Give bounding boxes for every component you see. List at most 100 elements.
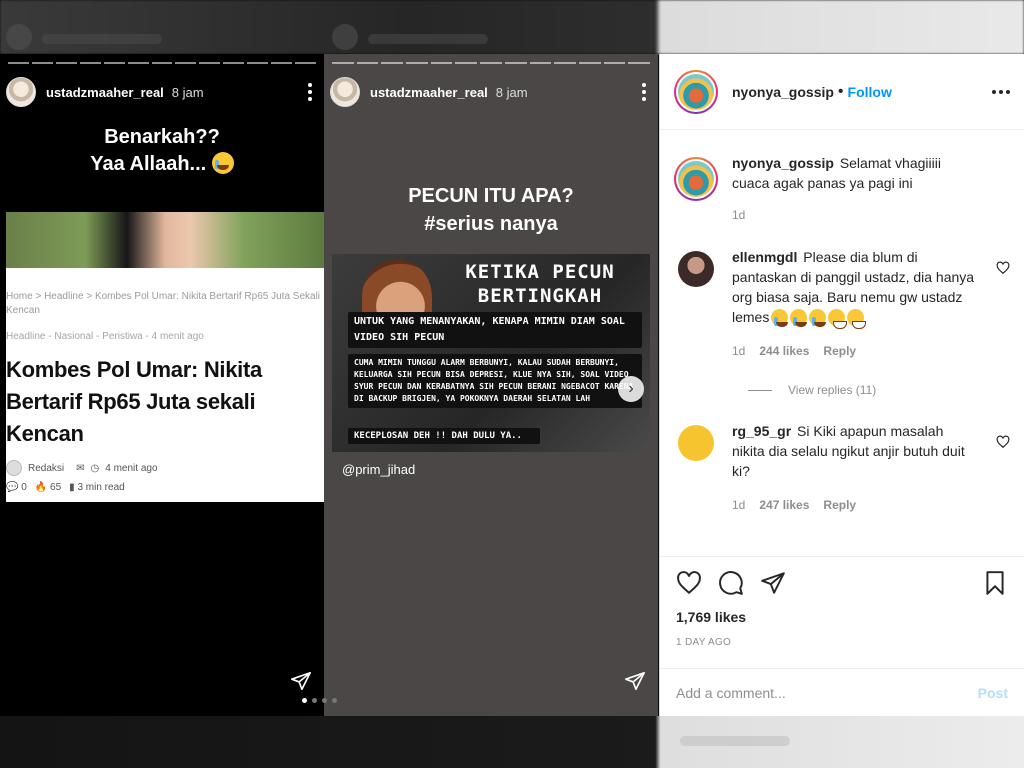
comment-count: 0 — [21, 482, 27, 493]
share-icon[interactable] — [760, 570, 786, 596]
story-time: 8 jam — [495, 84, 528, 100]
article-photo — [6, 212, 324, 268]
blurred-text — [368, 34, 488, 44]
story-headline: PECUN ITU APA? #serius nanya — [324, 182, 658, 238]
story-time: 8 jam — [171, 84, 204, 100]
comment-item: ellenmgdl Please dia blum di pantaskan d… — [674, 247, 1010, 361]
view-replies-button[interactable]: View replies (11) — [748, 383, 1010, 397]
avatar[interactable] — [6, 77, 36, 107]
comment-item: rg_95_gr Si Kiki apapun masalah nikita d… — [674, 421, 1010, 515]
avatar[interactable] — [674, 157, 718, 201]
separator-dot: • — [837, 82, 844, 100]
image-title-line-2: BERTINGKAH — [477, 285, 603, 307]
article-posted: 4 menit ago — [105, 462, 158, 474]
headline-line-2: #serius nanya — [424, 213, 558, 235]
caption-age: 1d — [732, 208, 746, 222]
story-username[interactable]: ustadzmaaher_real — [46, 85, 164, 100]
laughing-emoji-icon — [847, 309, 867, 329]
heart-icon[interactable] — [996, 261, 1010, 275]
avatar[interactable] — [330, 77, 360, 107]
crying-emoji-icon — [771, 309, 789, 327]
headline-line-1: PECUN ITU APA? — [408, 185, 574, 207]
bookmark-icon[interactable] — [982, 570, 1008, 596]
headline-line-1: Benarkah?? — [104, 126, 220, 148]
blurred-top-background — [0, 0, 1024, 54]
heart-icon[interactable] — [996, 435, 1010, 449]
comment-likes[interactable]: 247 likes — [759, 495, 809, 515]
more-options-icon[interactable] — [992, 89, 1010, 94]
mention-tag[interactable]: @prim_jihad — [342, 462, 415, 477]
comment-age: 1d — [732, 498, 746, 512]
clock-icon: ◷ — [90, 462, 100, 474]
story-header: ustadzmaaher_real 8 jam — [0, 74, 324, 110]
post-panel: nyonya_gossip • Follow nyonya_gossip Sel… — [659, 54, 1024, 716]
caption-username[interactable]: nyonya_gossip — [732, 155, 834, 171]
blurred-avatar — [332, 24, 358, 50]
article-stats: 💬 0 🔥 65 ▮ 3 min read — [6, 482, 324, 493]
share-icon[interactable] — [290, 670, 312, 692]
comment-icon: 💬 — [6, 482, 19, 493]
story-header: ustadzmaaher_real 8 jam — [324, 74, 658, 110]
comment-age: 1d — [732, 344, 746, 358]
add-comment-bar: Add a comment... Post — [660, 668, 1024, 716]
story-progress — [332, 62, 650, 64]
next-slide-button[interactable]: › — [618, 376, 644, 402]
story-headline: Benarkah?? Yaa Allaah... — [0, 124, 324, 178]
comments-list[interactable]: nyonya_gossip Selamat vhagiiiii cuaca ag… — [660, 131, 1024, 555]
view-count: 65 — [50, 482, 62, 493]
post-header: nyonya_gossip • Follow — [660, 54, 1024, 130]
caption: nyonya_gossip Selamat vhagiiiii cuaca ag… — [674, 153, 1010, 225]
more-options-icon[interactable] — [308, 83, 312, 101]
share-icon[interactable] — [624, 670, 646, 692]
article-meta: Redaksi ✉ ◷ 4 menit ago — [6, 460, 324, 476]
article-author: Redaksi — [28, 462, 65, 474]
story-username[interactable]: ustadzmaaher_real — [370, 85, 488, 100]
bookmark-icon: ▮ — [69, 482, 75, 493]
image-title-line-1: KETIKA PECUN — [465, 261, 615, 283]
smiling-emoji-avatar[interactable] — [678, 425, 714, 461]
image-caption-box-3: KECEPLOSAN DEH !! DAH DULU YA.. — [348, 428, 540, 444]
story-panel-1[interactable]: ustadzmaaher_real 8 jam Benarkah?? Yaa A… — [0, 54, 324, 716]
comment-input[interactable]: Add a comment... — [676, 685, 786, 701]
mail-icon: ✉ — [76, 462, 85, 474]
screenshot-stage: ustadzmaaher_real 8 jam Benarkah?? Yaa A… — [0, 0, 1024, 768]
blurred-text — [42, 34, 162, 44]
post-username[interactable]: nyonya_gossip — [732, 84, 834, 100]
like-heart-icon[interactable] — [676, 570, 702, 596]
blurred-avatar — [6, 24, 32, 50]
comment-username[interactable]: rg_95_gr — [732, 423, 791, 439]
image-title: KETIKA PECUN BERTINGKAH — [440, 260, 640, 308]
breadcrumb: Home > Headline > Kombes Pol Umar: Nikit… — [6, 291, 321, 316]
article-categories: Headline - Nasional - Peristiwa - 4 meni… — [6, 331, 204, 342]
crying-emoji-icon — [809, 309, 827, 327]
avatar[interactable] — [678, 251, 714, 287]
blurred-bottom-background — [0, 716, 1024, 768]
story-panel-2[interactable]: ustadzmaaher_real 8 jam PECUN ITU APA? #… — [324, 54, 658, 716]
article-title: Kombes Pol Umar: Nikita Bertarif Rp65 Ju… — [6, 357, 262, 446]
headline-line-2: Yaa Allaah... — [90, 153, 207, 175]
post-date: 1 DAY AGO — [676, 637, 732, 648]
view-replies-label: View replies (11) — [788, 383, 877, 397]
read-time: 3 min read — [77, 482, 125, 493]
carousel-dots — [302, 698, 337, 703]
comment-likes[interactable]: 244 likes — [759, 341, 809, 361]
story-progress — [8, 62, 316, 64]
more-options-icon[interactable] — [642, 83, 646, 101]
follow-button[interactable]: Follow — [848, 84, 892, 100]
blurred-text — [680, 736, 790, 746]
author-avatar-icon — [6, 460, 22, 476]
crying-emoji-icon — [790, 309, 808, 327]
crying-emoji-icon — [211, 152, 234, 174]
image-caption-box-1: UNTUK YANG MENANYAKAN, KENAPA MIMIN DIAM… — [348, 312, 642, 348]
avatar[interactable] — [674, 69, 718, 114]
article-screenshot: Home > Headline > Kombes Pol Umar: Nikit… — [6, 212, 324, 502]
post-actions: 1,769 likes 1 DAY AGO — [660, 556, 1024, 686]
post-button[interactable]: Post — [978, 685, 1008, 701]
comment-username[interactable]: ellenmgdl — [732, 249, 797, 265]
story-image: KETIKA PECUN BERTINGKAH UNTUK YANG MENAN… — [332, 254, 650, 452]
reply-button[interactable]: Reply — [823, 495, 856, 515]
reply-button[interactable]: Reply — [823, 341, 856, 361]
fire-icon: 🔥 — [34, 482, 48, 493]
likes-count[interactable]: 1,769 likes — [676, 609, 1008, 625]
comment-icon[interactable] — [718, 570, 744, 596]
